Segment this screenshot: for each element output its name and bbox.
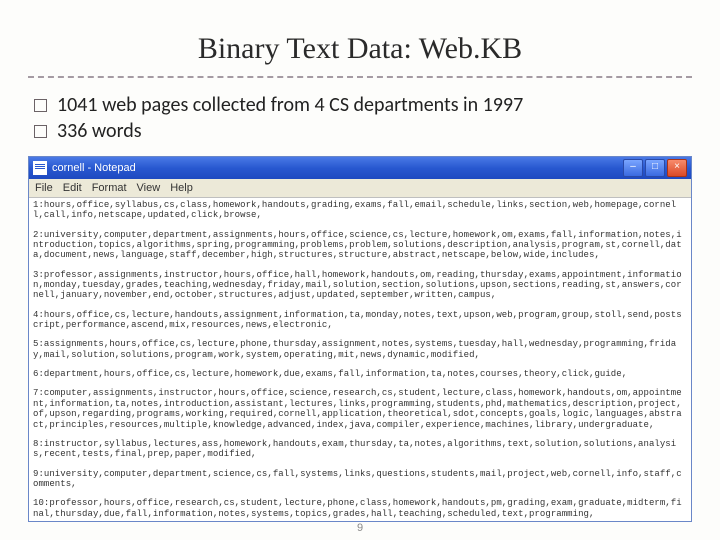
bullet-box-icon	[34, 125, 47, 138]
menu-edit[interactable]: Edit	[63, 182, 82, 194]
text-editor-area[interactable]: 1:hours,office,syllabus,cs,class,homewor…	[29, 198, 691, 521]
window-titlebar[interactable]: cornell - Notepad – □ ×	[29, 157, 691, 179]
notepad-window: cornell - Notepad – □ × File Edit Format…	[28, 156, 692, 522]
text-line: 4:hours,office,cs,lecture,handouts,assig…	[33, 310, 687, 331]
menu-help[interactable]: Help	[170, 182, 193, 194]
window-title: cornell - Notepad	[52, 162, 623, 174]
bullet-text: 336 words	[57, 118, 142, 144]
bullet-box-icon	[34, 99, 47, 112]
text-line: 10:professor,hours,office,research,cs,st…	[33, 498, 687, 519]
text-line: 3:professor,assignments,instructor,hours…	[33, 270, 687, 301]
maximize-button[interactable]: □	[645, 159, 665, 177]
text-line: 8:instructor,syllabus,lectures,ass,homew…	[33, 439, 687, 460]
title-divider	[28, 76, 692, 78]
bullet-text: 1041 web pages collected from 4 CS depar…	[57, 92, 523, 118]
text-line: 1:hours,office,syllabus,cs,class,homewor…	[33, 200, 687, 221]
minimize-button[interactable]: –	[623, 159, 643, 177]
bullet-item: 336 words	[34, 118, 692, 144]
menu-bar: File Edit Format View Help	[29, 179, 691, 198]
text-line: 5:assignments,hours,office,cs,lecture,ph…	[33, 339, 687, 360]
text-line: 9:university,computer,department,science…	[33, 469, 687, 490]
close-button[interactable]: ×	[667, 159, 687, 177]
text-line: 2:university,computer,department,assignm…	[33, 230, 687, 261]
text-line: 6:department,hours,office,cs,lecture,hom…	[33, 369, 687, 379]
page-number: 9	[357, 522, 363, 534]
menu-format[interactable]: Format	[92, 182, 127, 194]
notepad-app-icon	[33, 161, 47, 175]
menu-file[interactable]: File	[35, 182, 53, 194]
bullet-item: 1041 web pages collected from 4 CS depar…	[34, 92, 692, 118]
text-line: 7:computer,assignments,instructor,hours,…	[33, 388, 687, 429]
bullet-list: 1041 web pages collected from 4 CS depar…	[34, 92, 692, 144]
slide-title: Binary Text Data: Web.KB	[28, 32, 692, 66]
menu-view[interactable]: View	[137, 182, 161, 194]
